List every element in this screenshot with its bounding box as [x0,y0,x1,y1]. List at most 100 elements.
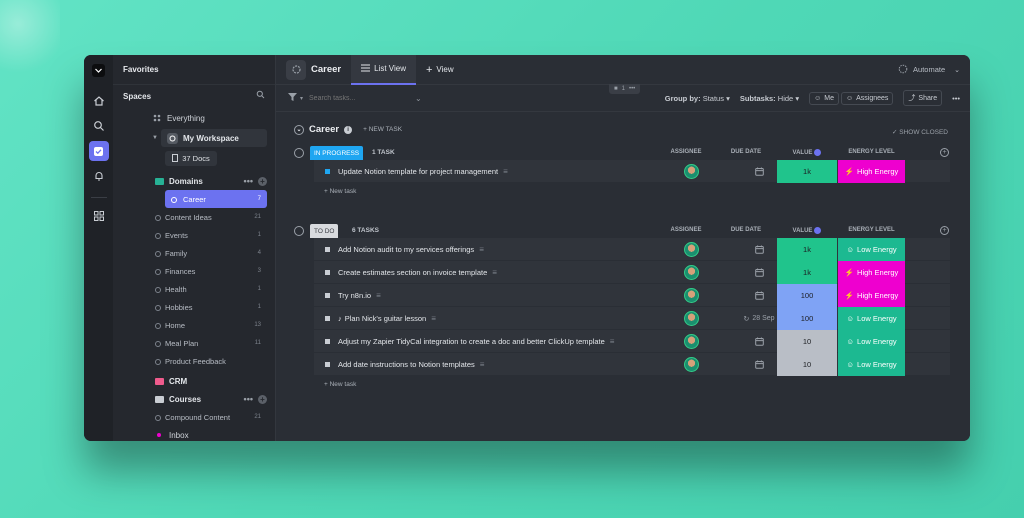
avatar[interactable] [684,334,699,349]
value-cell[interactable]: 10 [777,330,837,353]
value-cell[interactable]: 1k [777,261,837,284]
filter-caret-icon[interactable]: ▾ [300,95,303,102]
more-options-icon[interactable]: ••• [952,94,960,103]
energy-level-cell[interactable]: ☺ Low Energy [838,238,905,261]
new-task-button[interactable]: + New task [324,183,949,199]
assignees-filter-button[interactable]: ☺ Assignees [840,91,894,105]
task-name[interactable]: Create estimates section on invoice temp… [338,268,487,277]
more-icon[interactable]: ••• [244,176,253,186]
tab-add-view[interactable]: + View [416,55,464,85]
spaces-search-icon[interactable] [256,90,265,101]
sidebar-folder-domains[interactable]: Domains ••• + [113,172,275,190]
me-filter-button[interactable]: ☺ Me [809,91,839,105]
avatar[interactable] [684,164,699,179]
new-task-button[interactable]: + New task [324,376,949,392]
sidebar-item-content-ideas[interactable]: Content Ideas 21 [113,208,275,226]
tasks-icon[interactable] [88,141,109,161]
search-input[interactable] [309,94,410,102]
sidebar-item-meal-plan[interactable]: Meal Plan 11 [113,334,275,352]
sidebar-folder-crm[interactable]: CRM [113,372,275,390]
energy-level-cell[interactable]: ⚡ High Energy [838,284,905,307]
search-icon[interactable] [89,116,109,136]
add-icon[interactable]: + [258,176,267,186]
favorites-header[interactable]: Favorites [113,55,275,85]
spaces-header[interactable]: Spaces [113,85,275,107]
list-new-task-button[interactable]: + NEW TASK [363,126,402,133]
add-icon[interactable]: + [258,394,267,404]
task-name[interactable]: Plan Nick's guitar lesson [345,314,426,323]
value-cell[interactable]: 10 [777,353,837,376]
task-status-square[interactable] [325,338,330,344]
collapse-list-icon[interactable]: ⌄ [294,124,304,135]
task-status-square[interactable] [325,246,330,252]
value-cell[interactable]: 1k [777,160,837,183]
more-icon[interactable]: ••• [244,394,253,404]
task-status-square[interactable] [325,361,330,367]
task-row[interactable]: Try n8n.io ≡ 100 ⚡ High Energy [314,284,950,307]
column-header-energy[interactable]: ENERGY LEVEL [838,149,905,155]
sidebar-item-compound-content[interactable]: Compound Content 21 [113,408,275,426]
task-status-square[interactable] [325,292,330,298]
status-badge[interactable]: TO DO [310,224,339,238]
column-header-assignee[interactable]: ASSIGNEE [666,227,706,233]
add-column-icon[interactable]: + [940,226,949,235]
collapse-group-icon[interactable] [294,226,304,236]
filter-icon[interactable] [288,93,297,103]
task-row[interactable]: Update Notion template for project manag… [314,160,950,183]
sidebar-item-health[interactable]: Health 1 [113,280,275,298]
add-column-icon[interactable]: + [940,148,949,157]
docs-button[interactable]: 37 Docs [165,151,217,166]
sidebar-item-hobbies[interactable]: Hobbies 1 [113,298,275,316]
group-by-control[interactable]: Group by: Status ▾ [665,94,730,103]
energy-level-cell[interactable]: ⚡ High Energy [838,261,905,284]
column-header-assignee[interactable]: ASSIGNEE [666,149,706,155]
avatar[interactable] [684,288,699,303]
task-row[interactable]: ♪ Plan Nick's guitar lesson ≡ ↻ 28 Sep 100 ☺ Lo… [314,307,950,330]
automate-button[interactable]: Automate ⌄ [898,64,960,76]
value-cell[interactable]: 100 [777,307,837,330]
sidebar-item-inbox[interactable]: Inbox [113,426,275,441]
workspace-caret-icon[interactable]: ▼ [152,135,158,141]
task-status-square[interactable] [325,269,330,275]
avatar[interactable] [684,242,699,257]
energy-level-cell[interactable]: ☺ Low Energy [838,330,905,353]
workspace-selector[interactable]: My Workspace [161,129,267,147]
energy-level-cell[interactable]: ☺ Low Energy [838,307,905,330]
sidebar-item-product-feedback[interactable]: Product Feedback [113,352,275,370]
task-row[interactable]: Add Notion audit to my services offering… [314,238,950,261]
sidebar-item-finances[interactable]: Finances 3 [113,262,275,280]
column-header-value[interactable]: VALUE [777,227,837,234]
avatar[interactable] [684,311,699,326]
page-indicator[interactable]: ■ 1 ••• [609,84,641,94]
apps-grid-icon[interactable] [89,206,109,226]
search-chevron-icon[interactable]: ⌄ [415,94,422,103]
sidebar-item-home[interactable]: Home 13 [113,316,275,334]
sidebar-item-events[interactable]: Events 1 [113,226,275,244]
share-button[interactable]: ⤴ Share [903,90,943,106]
energy-level-cell[interactable]: ☺ Low Energy [838,353,905,376]
subtasks-control[interactable]: Subtasks: Hide ▾ [740,94,799,103]
tab-list-view[interactable]: List View [351,55,416,85]
sidebar-item-everything[interactable]: Everything [113,109,275,127]
column-header-due-date[interactable]: DUE DATE [726,227,766,233]
column-header-due-date[interactable]: DUE DATE [726,149,766,155]
value-cell[interactable]: 1k [777,238,837,261]
status-badge[interactable]: IN PROGRESS [310,146,364,160]
avatar[interactable] [684,265,699,280]
task-row[interactable]: Adjust my Zapier TidyCal integration to … [314,330,950,353]
avatar[interactable] [684,357,699,372]
column-header-value[interactable]: VALUE [777,149,837,156]
task-name[interactable]: Add Notion audit to my services offering… [338,245,474,254]
space-settings-icon[interactable] [286,59,306,80]
sidebar-folder-courses[interactable]: Courses ••• + [113,390,275,408]
show-closed-toggle[interactable]: ✓ SHOW CLOSED [892,128,948,136]
sidebar-item-career[interactable]: Career 7 [165,190,267,208]
task-status-square[interactable] [325,315,330,321]
task-row[interactable]: Create estimates section on invoice temp… [314,261,950,284]
column-header-energy[interactable]: ENERGY LEVEL [838,227,905,233]
info-icon[interactable]: i [344,125,353,134]
task-row[interactable]: Add date instructions to Notion template… [314,353,950,376]
task-status-square[interactable] [325,168,330,174]
value-cell[interactable]: 100 [777,284,837,307]
home-icon[interactable] [89,91,109,111]
